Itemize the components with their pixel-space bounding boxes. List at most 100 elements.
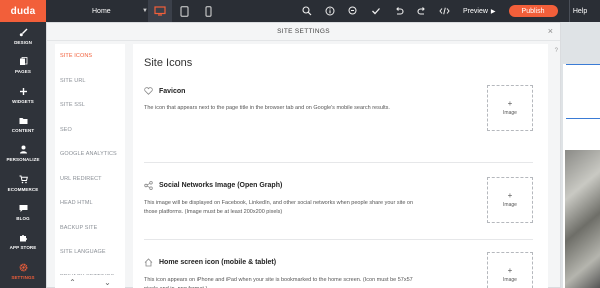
code-button[interactable] [433,0,456,22]
sidebar-item-personalize[interactable]: PERSONALIZE [0,139,46,168]
person-icon [19,145,27,154]
settings-nav: SITE ICONS SITE URL SITE SSL SEO GOOGLE … [55,44,125,288]
section-title: Favicon [159,87,186,95]
home-icon [144,258,153,267]
sidebar-item-app-store[interactable]: APP STORE [0,227,46,256]
section-divider [144,239,533,240]
chat-icon [19,204,27,212]
site-photo [565,150,600,288]
favicon-section: Favicon The icon that appears next to th… [144,85,533,163]
undo-icon [395,7,404,15]
desktop-view-button[interactable] [148,0,172,22]
undo-button[interactable] [387,0,410,22]
nav-item-site-icons[interactable]: SITE ICONS [55,44,125,69]
heart-icon [144,87,153,95]
home-screen-image-upload[interactable]: + Image [487,252,533,288]
selection-line [566,64,600,65]
nav-item-google-analytics[interactable]: GOOGLE ANALYTICS [55,142,125,167]
logo-text: duda [10,5,36,17]
plus-icon: + [507,98,513,108]
sidebar-item-label: SETTINGS [11,274,35,280]
modal-header: SITE SETTINGS × [47,23,560,41]
sidebar-item-widgets[interactable]: WIDGETS [0,81,46,110]
top-toolbar: duda Home ▼ Preview ▶ Publish Help [0,0,600,22]
duda-logo[interactable]: duda [0,0,46,22]
gear-icon [19,263,27,271]
home-screen-icon-section: Home screen icon (mobile & tablet) This … [144,252,533,288]
zoom-out-button[interactable] [341,0,364,22]
sidebar-item-blog[interactable]: BLOG [0,198,46,227]
zoom-out-icon [348,6,356,15]
search-button[interactable] [295,0,318,22]
check-icon [371,8,380,15]
favicon-image-upload[interactable]: + Image [487,85,533,131]
search-icon [301,6,311,16]
page-selector[interactable]: Home ▼ [92,0,148,22]
nav-scroll-controls: ⌃ ⌄ [55,275,125,288]
plus-icon [19,87,27,95]
section-header: Social Networks Image (Open Graph) [144,181,533,190]
editor-tools [295,0,456,22]
close-icon[interactable]: × [548,26,553,36]
tablet-view-button[interactable] [172,0,196,22]
nav-item-site-url[interactable]: SITE URL [55,69,125,94]
tablet-icon [180,5,188,17]
preview-button[interactable]: Preview ▶ [463,0,496,22]
chevron-up-icon[interactable]: ⌃ [69,278,76,287]
mobile-view-button[interactable] [196,0,220,22]
code-icon [439,7,450,15]
redo-button[interactable] [410,0,433,22]
section-divider [144,162,533,163]
nav-item-head-html[interactable]: HEAD HTML [55,191,125,216]
check-button[interactable] [364,0,387,22]
share-icon [144,181,153,190]
site-settings-modal: SITE SETTINGS × SITE ICONS SITE URL SITE… [46,22,561,288]
modal-title: SITE SETTINGS [277,28,330,35]
play-icon: ▶ [490,8,496,15]
sidebar-item-label: ECOMMERCE [7,186,39,192]
publish-label: Publish [521,7,545,15]
help-icon[interactable]: ? [555,48,558,54]
nav-item-site-ssl[interactable]: SITE SSL [55,93,125,118]
sidebar-item-label: BLOG [16,215,30,221]
pages-icon [19,57,27,66]
sidebar-item-label: CONTENT [11,127,35,133]
sidebar-item-ecommerce[interactable]: ECOMMERCE [0,168,46,197]
chevron-down-icon[interactable]: ⌄ [104,278,111,287]
section-header: Home screen icon (mobile & tablet) [144,258,533,267]
info-button[interactable] [318,0,341,22]
help-button[interactable]: Help [568,0,591,22]
sidebar-item-design[interactable]: DESIGN [0,22,46,51]
selection-line [566,118,600,119]
nav-item-backup-site[interactable]: BACKUP SITE [55,216,125,241]
left-sidebar: DESIGN PAGES WIDGETS CONTENT PERSONALIZE… [0,22,46,288]
open-graph-image-upload[interactable]: + Image [487,177,533,223]
sidebar-item-label: WIDGETS [12,98,34,104]
image-upload-label: Image [503,276,517,283]
sidebar-item-settings[interactable]: SETTINGS [0,256,46,285]
section-description: This image will be displayed on Facebook… [144,200,414,215]
section-title: Home screen icon (mobile & tablet) [159,259,277,266]
plus-icon: + [507,265,513,275]
mobile-icon [205,5,211,17]
nav-item-url-redirect[interactable]: URL REDIRECT [55,167,125,192]
section-description: This icon appears on iPhone and iPad whe… [144,277,413,288]
sidebar-item-label: DESIGN [14,40,32,46]
folder-icon [19,117,27,124]
sidebar-item-content[interactable]: CONTENT [0,110,46,139]
section-header: Favicon [144,87,533,95]
puzzle-icon [19,235,27,242]
image-upload-label: Image [503,201,517,208]
section-description: The icon that appears next to the page t… [144,105,390,111]
nav-item-site-language[interactable]: SITE LANGUAGE [55,240,125,265]
device-switcher [148,0,220,22]
desktop-icon [154,6,166,16]
publish-button[interactable]: Publish [508,5,558,17]
sidebar-item-pages[interactable]: PAGES [0,51,46,80]
preview-label: Preview [463,7,488,15]
cart-icon [19,175,28,183]
open-graph-section: Social Networks Image (Open Graph) This … [144,177,533,251]
sidebar-item-label: APP STORE [9,245,37,251]
nav-item-seo[interactable]: SEO [55,118,125,143]
image-upload-label: Image [503,109,517,116]
